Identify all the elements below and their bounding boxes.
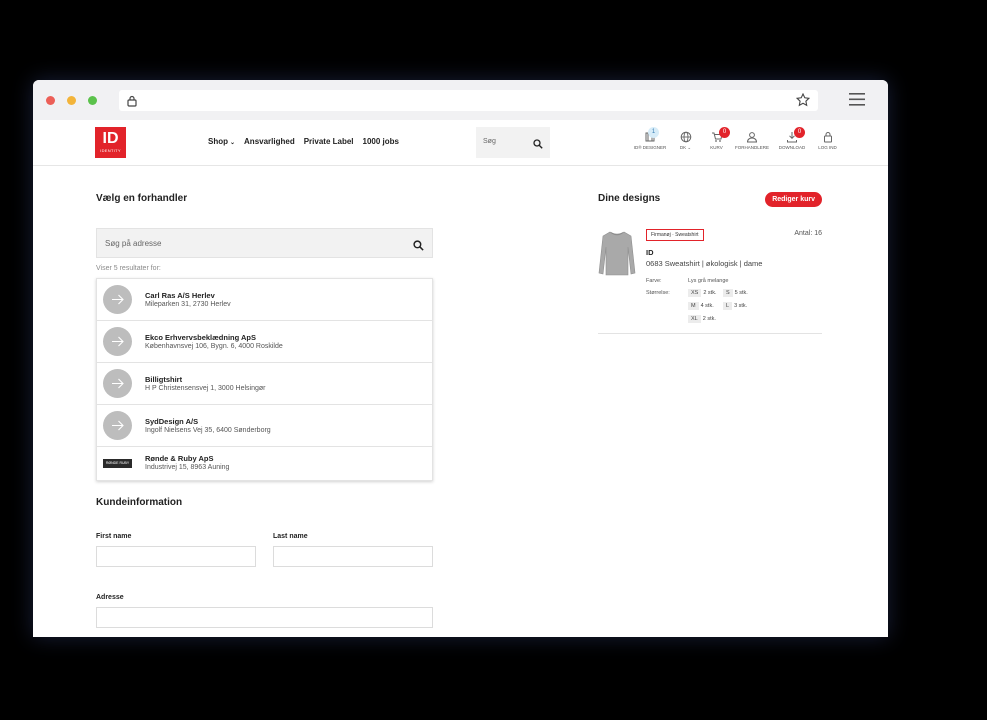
lock-icon [127, 94, 137, 112]
dealer-section: Vælg en forhandler Søg på adresse Viser … [96, 193, 433, 481]
designer-badge: 1 [648, 127, 659, 138]
search-icon[interactable] [413, 238, 424, 256]
site-header: ID IDENTITY Shop ⌄ Ansvarlighed Private L… [33, 120, 888, 166]
arrow-right-icon [103, 327, 132, 356]
address-field[interactable] [96, 607, 433, 628]
arrow-right-icon [103, 369, 132, 398]
customer-section-title: Kundeinformation [96, 497, 183, 508]
size-chip: XS 2 stk. [688, 289, 717, 297]
bookmark-star-icon[interactable] [795, 92, 811, 112]
color-value: Lys grå melange [688, 278, 729, 284]
lock-icon [823, 132, 832, 143]
hamburger-menu-icon[interactable] [849, 93, 865, 111]
browser-window: ID IDENTITY Shop ⌄ Ansvarlighed Private L… [33, 80, 888, 637]
arrow-right-icon [103, 411, 132, 440]
last-name-label: Last name [273, 533, 308, 540]
dealers-button[interactable]: FORHANDLERE [732, 131, 772, 151]
search-icon[interactable] [533, 136, 543, 154]
nav-shop[interactable]: Shop ⌄ [208, 137, 235, 146]
size-label: Størrelse: [646, 290, 670, 296]
arrow-right-icon [103, 285, 132, 314]
first-name-field[interactable] [96, 546, 256, 567]
address-search-input[interactable]: Søg på adresse [96, 228, 433, 258]
close-window-button[interactable] [46, 96, 55, 105]
person-icon [746, 132, 758, 143]
cart-badge: 0 [719, 127, 730, 138]
dealer-list: Carl Ras A/S Herlev Mileparken 31, 2730 … [96, 278, 433, 481]
dealer-logo: RØNDE RUBY [103, 459, 132, 468]
download-button[interactable]: 0 DOWNLOAD [772, 127, 812, 151]
cart-button[interactable]: 0 KURV [701, 127, 732, 151]
id-identity-logo[interactable]: ID IDENTITY [95, 127, 126, 158]
size-chip: XL 2 stk. [688, 315, 716, 323]
download-badge: 0 [794, 127, 805, 138]
designs-section: Dine designs Rediger kurv Firmanøj · Swe… [598, 192, 822, 334]
first-name-label: First name [96, 533, 132, 540]
design-item: Firmanøj · Sweatshirt Antal: 16 ID 0683 … [598, 229, 822, 334]
size-chip: S5 stk. [723, 289, 748, 297]
nav-ansvarlighed[interactable]: Ansvarlighed [244, 137, 295, 146]
id-designer-button[interactable]: 1 ID® DESIGNER [630, 127, 670, 151]
site-search-input[interactable]: Søg [476, 127, 550, 158]
header-icons: 1 ID® DESIGNER DK ⌄ 0 KURV FORHANDLERE 0… [630, 127, 843, 151]
dealer-item[interactable]: SydDesign A/S Ingolf Nielsens Vej 35, 64… [97, 405, 432, 447]
edit-cart-button[interactable]: Rediger kurv [765, 192, 822, 207]
nav-1000-jobs[interactable]: 1000 jobs [363, 137, 399, 146]
dealer-item[interactable]: Billigtshirt H P Christensensvej 1, 3000… [97, 363, 432, 405]
nav-private-label[interactable]: Private Label [304, 137, 354, 146]
address-bar[interactable] [119, 90, 818, 111]
main-nav: Shop ⌄ Ansvarlighed Private Label 1000 jo… [208, 137, 399, 146]
quantity-text: Antal: 16 [794, 230, 822, 237]
color-label: Farve: [646, 278, 662, 284]
language-selector[interactable]: DK ⌄ [670, 131, 701, 151]
sweatshirt-thumbnail[interactable] [598, 229, 636, 277]
size-chip: M4 stk. [688, 302, 714, 310]
product-brand: ID [646, 248, 654, 257]
dealer-item[interactable]: Ekco Erhvervsbeklædning ApS Københavnsve… [97, 321, 432, 363]
browser-toolbar [33, 80, 888, 120]
address-label: Adresse [96, 594, 124, 601]
login-button[interactable]: LOG IND [812, 131, 843, 151]
dealer-item[interactable]: RØNDE RUBY Rønde & Ruby ApS Industrivej … [97, 447, 432, 480]
results-count: Viser 5 resultater for: [96, 265, 161, 272]
dealer-item[interactable]: Carl Ras A/S Herlev Mileparken 31, 2730 … [97, 279, 432, 321]
globe-icon [680, 131, 691, 143]
size-chip: L3 stk. [723, 302, 747, 310]
design-tag: Firmanøj · Sweatshirt [646, 229, 704, 241]
product-description: 0683 Sweatshirt | økologisk | dame [646, 259, 763, 268]
dealer-section-title: Vælg en forhandler [96, 193, 188, 204]
maximize-window-button[interactable] [88, 96, 97, 105]
chevron-down-icon: ⌄ [230, 140, 236, 146]
minimize-window-button[interactable] [67, 96, 76, 105]
last-name-field[interactable] [273, 546, 433, 567]
